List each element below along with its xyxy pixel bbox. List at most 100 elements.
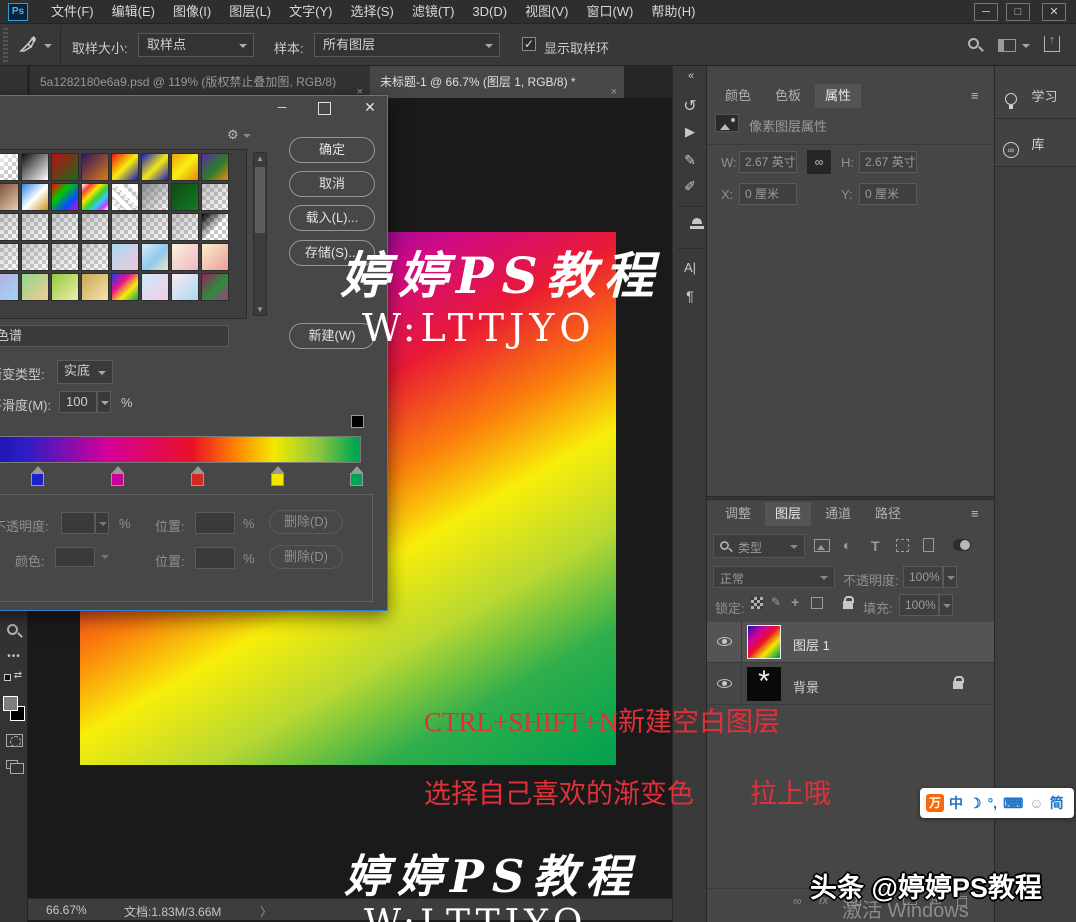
color-stop[interactable] [31, 473, 44, 486]
opacity-stop[interactable] [351, 415, 364, 428]
brush-settings-panel-icon[interactable]: ✎ [673, 152, 707, 169]
ime-item[interactable]: 简 [1050, 793, 1064, 813]
doc-tab-inactive[interactable]: 5a1282180e6a9.psd @ 119% (版权禁止叠加图, RGB/8… [30, 66, 370, 98]
show-ring-checkbox[interactable]: ✓ [522, 37, 536, 51]
menu-item[interactable]: 选择(S) [341, 0, 402, 24]
gradient-preset-swatch[interactable] [81, 153, 109, 181]
panel-menu-icon[interactable]: ≡ [961, 502, 989, 526]
gradient-preset-swatch[interactable] [201, 273, 229, 301]
menu-item[interactable]: 视图(V) [516, 0, 577, 24]
gradient-preset-swatch[interactable] [51, 243, 79, 271]
link-layers-icon[interactable]: ∞ [793, 894, 802, 908]
color-stop[interactable] [111, 473, 124, 486]
workspace-icon[interactable] [998, 39, 1016, 52]
lock-move-icon[interactable]: + [791, 594, 799, 610]
gradient-preset-swatch[interactable] [141, 213, 169, 241]
gradient-preset-swatch[interactable] [111, 273, 139, 301]
gradient-preset-swatch[interactable] [141, 153, 169, 181]
fill-stepper[interactable] [939, 594, 953, 616]
lock-paint-icon[interactable]: ✎ [771, 595, 781, 609]
edit-toolbar-icon[interactable]: ••• [0, 651, 28, 662]
quick-mask-icon[interactable] [6, 734, 23, 747]
menu-item[interactable]: 编辑(E) [103, 0, 164, 24]
blend-mode-select[interactable]: 正常 [713, 566, 835, 588]
panel-menu-icon[interactable]: ≡ [961, 84, 989, 108]
actions-panel-icon[interactable]: ▶ [673, 124, 707, 140]
gradient-preset-swatch[interactable] [201, 243, 229, 271]
libraries-panel-button[interactable]: ∞ 库 [1003, 134, 1044, 158]
tab-通道[interactable]: 通道 [815, 502, 861, 526]
filter-pixel-layers-icon[interactable] [814, 539, 830, 552]
layer-name[interactable]: 图层 1 [793, 635, 830, 654]
gradient-preset-swatch[interactable] [171, 153, 199, 181]
layer-row-background[interactable]: * 背景 [707, 664, 995, 705]
gradient-preset-swatch[interactable] [21, 213, 49, 241]
filter-smart-object-icon[interactable] [923, 538, 934, 552]
ime-item[interactable]: ⌨ [1003, 795, 1023, 812]
layer-row-selected[interactable]: 图层 1 [707, 622, 995, 663]
gradient-preset-swatch[interactable] [51, 273, 79, 301]
brushes-panel-icon[interactable]: ✐ [673, 178, 707, 195]
doc-tab-active[interactable]: 未标题-1 @ 66.7% (图层 1, RGB/8) * × [370, 66, 624, 98]
layer-thumbnail[interactable]: * [747, 667, 781, 701]
tab-属性[interactable]: 属性 [815, 84, 861, 108]
gradient-preset-swatch[interactable] [0, 183, 19, 211]
color-stop[interactable] [191, 473, 204, 486]
ime-toolbar[interactable]: 万 中☽°,⌨☺简 [920, 788, 1074, 818]
width-input[interactable]: 2.67 英寸 [739, 151, 797, 173]
dialog-minimize-button[interactable]: ─ [271, 100, 293, 116]
gradient-preset-swatch[interactable] [171, 213, 199, 241]
dialog-close-button[interactable]: ✕ [359, 100, 381, 116]
status-chevron-icon[interactable]: 〉 [260, 903, 272, 920]
menu-item[interactable]: 图层(L) [220, 0, 280, 24]
delete-color-stop-button[interactable]: 删除(D) [269, 545, 343, 569]
dock-collapse-icon[interactable]: « [673, 70, 707, 82]
menu-item[interactable]: 文字(Y) [280, 0, 341, 24]
gradient-preset-swatch[interactable] [0, 243, 19, 271]
layer-filter-select[interactable]: 类型 [713, 534, 805, 558]
gradient-name-input[interactable]: 色谱 [0, 325, 229, 347]
gradient-preset-swatch[interactable] [21, 183, 49, 211]
y-input[interactable]: 0 厘米 [859, 183, 917, 205]
foreground-color-swatch[interactable] [3, 696, 18, 711]
screen-mode-icon[interactable] [6, 760, 18, 769]
gradient-preset-swatch[interactable] [81, 183, 109, 211]
gradient-preset-swatch[interactable] [171, 243, 199, 271]
gradient-preview-bar[interactable] [0, 436, 361, 463]
menu-item[interactable]: 图像(I) [164, 0, 220, 24]
lock-all-icon[interactable] [843, 601, 853, 609]
smoothness-input[interactable]: 100 [59, 391, 97, 413]
link-dimensions-icon[interactable]: ∞ [807, 150, 831, 174]
tool-preset-chevron-icon[interactable] [44, 44, 52, 48]
search-icon[interactable] [968, 38, 979, 49]
ime-brand-icon[interactable]: 万 [926, 794, 944, 812]
scroll-down-icon[interactable]: ▼ [254, 305, 266, 314]
gradient-preset-swatch[interactable] [81, 243, 109, 271]
ime-item[interactable]: 中 [949, 793, 963, 813]
gradient-preset-swatch[interactable] [141, 183, 169, 211]
eye-icon[interactable] [717, 679, 732, 688]
gradient-preset-swatch[interactable] [201, 153, 229, 181]
scroll-thumb[interactable] [255, 167, 265, 233]
gradient-preset-swatch[interactable] [141, 273, 169, 301]
color-stop[interactable] [350, 473, 363, 486]
gradient-preset-swatch[interactable] [21, 153, 49, 181]
preset-menu-chevron-icon[interactable] [243, 134, 251, 138]
chevron-down-icon[interactable] [101, 555, 109, 559]
gradient-preset-swatch[interactable] [0, 273, 19, 301]
delete-opacity-stop-button[interactable]: 删除(D) [269, 510, 343, 534]
color-stop[interactable] [271, 473, 284, 486]
filter-toggle[interactable] [953, 539, 971, 551]
stop-opacity-input[interactable] [61, 512, 95, 534]
cancel-button[interactable]: 取消 [289, 171, 375, 197]
gradient-preset-swatch[interactable] [111, 243, 139, 271]
stop-position-input[interactable] [195, 512, 235, 534]
workspace-chevron-icon[interactable] [1022, 44, 1030, 48]
swap-colors-icon[interactable]: ⇄ [8, 670, 28, 681]
ime-item[interactable]: ☽ [969, 795, 982, 812]
lock-artboard-icon[interactable] [811, 597, 823, 609]
window-minimize-button[interactable]: ─ [974, 3, 998, 21]
gradient-preset-swatch[interactable] [0, 213, 19, 241]
gradient-preset-swatch[interactable] [141, 243, 169, 271]
share-icon[interactable]: ↑ [1044, 36, 1060, 52]
